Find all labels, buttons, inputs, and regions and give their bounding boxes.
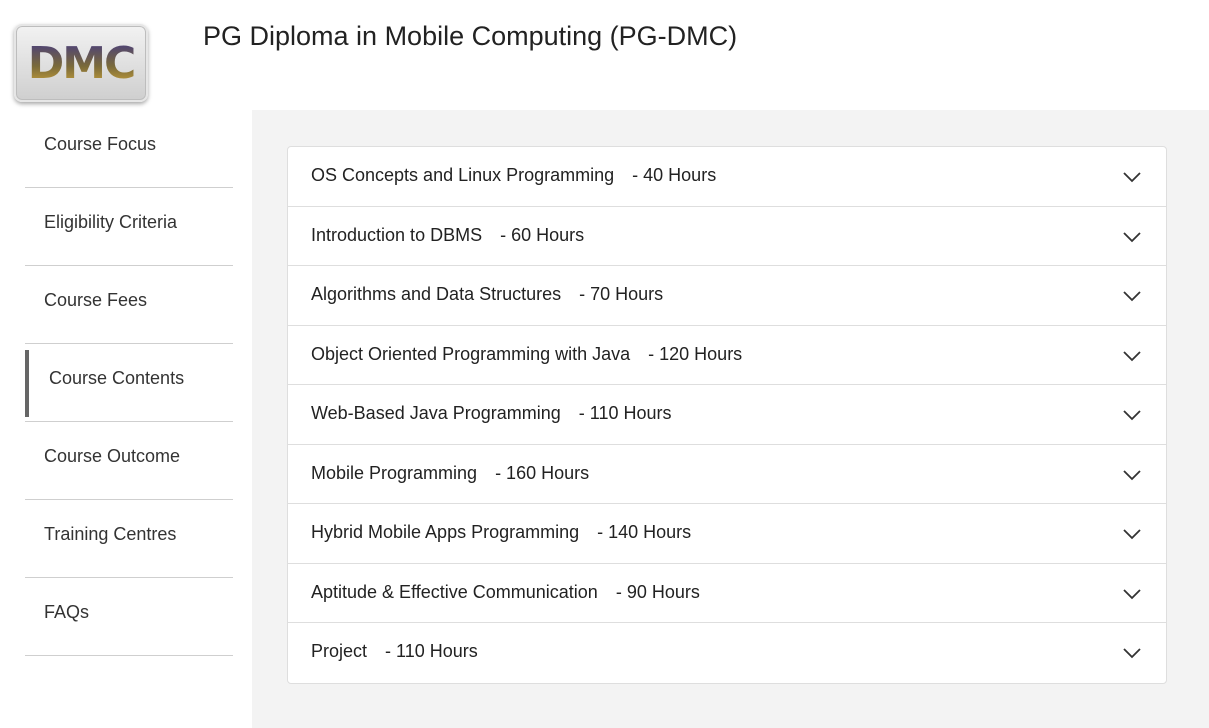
module-name: Web-Based Java Programming bbox=[311, 403, 561, 423]
module-name: Introduction to DBMS bbox=[311, 224, 483, 245]
chevron-down-icon[interactable] bbox=[1122, 584, 1142, 604]
sidebar-nav: Course Focus Eligibility Criteria Course… bbox=[25, 110, 233, 656]
module-title: Hybrid Mobile Apps Programming - 140 Hour… bbox=[311, 522, 691, 543]
chevron-down-icon[interactable] bbox=[1122, 167, 1142, 187]
sidebar-item-label: FAQs bbox=[44, 602, 90, 622]
chevron-down-icon[interactable] bbox=[1122, 465, 1142, 485]
chevron-down-icon[interactable] bbox=[1122, 524, 1142, 544]
module-name: Mobile Programming bbox=[311, 462, 478, 483]
chevron-down-icon[interactable] bbox=[1122, 643, 1142, 663]
module-name: Algorithms and Data Structures bbox=[311, 284, 562, 304]
module-hours: - 110 Hours bbox=[385, 641, 478, 661]
accordion-item[interactable]: Mobile Programming - 160 Hours bbox=[288, 445, 1166, 504]
module-title: Mobile Programming - 160 Hours bbox=[311, 463, 589, 484]
module-title: Algorithms and Data Structures - 70 Hours bbox=[311, 284, 663, 305]
sidebar-item-eligibility-criteria[interactable]: Eligibility Criteria bbox=[25, 188, 233, 266]
sidebar-item-course-contents[interactable]: Course Contents bbox=[25, 344, 233, 422]
accordion-item[interactable]: Project - 110 Hours bbox=[288, 623, 1166, 683]
module-title: Aptitude & Effective Communication - 90 H… bbox=[311, 582, 700, 603]
module-hours: - 110 Hours bbox=[578, 403, 672, 423]
module-title: Object Oriented Programming with Java - 1… bbox=[311, 344, 742, 365]
module-hours: - 160 Hours bbox=[495, 462, 590, 483]
module-hours: - 90 Hours bbox=[615, 581, 700, 602]
dmc-logo[interactable]: DMC bbox=[14, 24, 148, 102]
module-name: Project bbox=[311, 641, 368, 661]
accordion-item[interactable]: Aptitude & Effective Communication - 90 H… bbox=[288, 564, 1166, 623]
accordion-item[interactable]: Object Oriented Programming with Java - 1… bbox=[288, 326, 1166, 385]
sidebar-item-course-outcome[interactable]: Course Outcome bbox=[25, 422, 233, 500]
accordion-item[interactable]: Algorithms and Data Structures - 70 Hours bbox=[288, 266, 1166, 326]
module-hours: - 40 Hours bbox=[632, 165, 717, 185]
sidebar-item-label: Training Centres bbox=[44, 524, 177, 544]
course-contents-panel: OS Concepts and Linux Programming - 40 Ho… bbox=[252, 110, 1209, 728]
module-hours: - 60 Hours bbox=[500, 224, 585, 245]
sidebar-item-label: Course Focus bbox=[44, 134, 157, 154]
accordion-item[interactable]: OS Concepts and Linux Programming - 40 Ho… bbox=[288, 147, 1166, 207]
logo-text: DMC bbox=[27, 38, 137, 89]
chevron-down-icon[interactable] bbox=[1122, 286, 1142, 306]
chevron-down-icon[interactable] bbox=[1122, 346, 1142, 366]
module-hours: - 70 Hours bbox=[579, 284, 664, 304]
sidebar-item-training-centres[interactable]: Training Centres bbox=[25, 500, 233, 578]
module-title: Project - 110 Hours bbox=[311, 641, 478, 662]
module-name: Aptitude & Effective Communication bbox=[311, 581, 598, 602]
module-title: Introduction to DBMS - 60 Hours bbox=[311, 225, 584, 246]
module-hours: - 140 Hours bbox=[597, 522, 692, 542]
accordion-item[interactable]: Web-Based Java Programming - 110 Hours bbox=[288, 385, 1166, 445]
sidebar-item-course-fees[interactable]: Course Fees bbox=[25, 266, 233, 344]
page: DMC PG Diploma in Mobile Computing (PG-D… bbox=[0, 0, 1209, 728]
module-name: Hybrid Mobile Apps Programming bbox=[311, 522, 580, 542]
sidebar-item-course-focus[interactable]: Course Focus bbox=[25, 110, 233, 188]
page-title: PG Diploma in Mobile Computing (PG-DMC) bbox=[203, 21, 738, 51]
chevron-down-icon[interactable] bbox=[1122, 405, 1142, 425]
module-hours: - 120 Hours bbox=[648, 343, 743, 364]
modules-accordion: OS Concepts and Linux Programming - 40 Ho… bbox=[287, 146, 1167, 684]
accordion-item[interactable]: Hybrid Mobile Apps Programming - 140 Hour… bbox=[288, 504, 1166, 564]
module-title: Web-Based Java Programming - 110 Hours bbox=[311, 403, 672, 424]
module-name: Object Oriented Programming with Java bbox=[311, 343, 631, 364]
module-title: OS Concepts and Linux Programming - 40 Ho… bbox=[311, 165, 716, 186]
sidebar-item-faqs[interactable]: FAQs bbox=[25, 578, 233, 656]
sidebar-item-label: Eligibility Criteria bbox=[44, 212, 178, 232]
sidebar-item-label: Course Fees bbox=[44, 290, 148, 310]
sidebar-item-label: Course Contents bbox=[49, 368, 185, 388]
chevron-down-icon[interactable] bbox=[1122, 227, 1142, 247]
module-name: OS Concepts and Linux Programming bbox=[311, 165, 615, 185]
accordion-item[interactable]: Introduction to DBMS - 60 Hours bbox=[288, 207, 1166, 266]
sidebar-item-label: Course Outcome bbox=[44, 446, 181, 466]
